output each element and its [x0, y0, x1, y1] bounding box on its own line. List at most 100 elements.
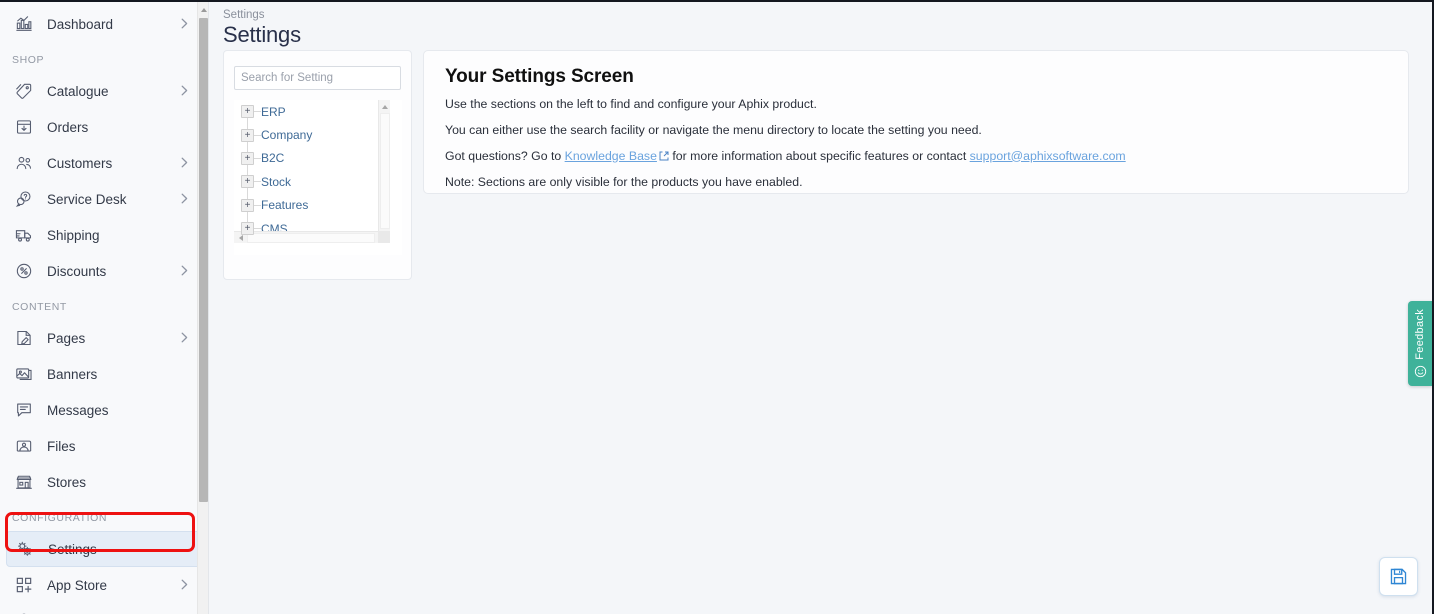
- sidebar-item-label: Customers: [47, 156, 112, 171]
- chevron-right-icon: [181, 332, 188, 345]
- sidebar-item-settings[interactable]: Settings: [6, 531, 202, 567]
- settings-tree-card: +ERP+Company+B2C+Stock+Features+CMS: [223, 50, 412, 280]
- tree-node-label[interactable]: Company: [261, 128, 312, 142]
- tree-scroll-up-arrow-icon[interactable]: [379, 101, 390, 112]
- tree-vertical-scrollbar-thumb[interactable]: [380, 113, 390, 229]
- tree-connector-dash: [254, 158, 261, 159]
- gears-icon: [14, 538, 36, 560]
- app-store-icon: [13, 574, 35, 596]
- sidebar-item-label: App Store: [47, 578, 107, 593]
- support-email-link[interactable]: support@aphixsoftware.com: [970, 149, 1126, 163]
- chevron-right-icon: [181, 579, 188, 592]
- tree-node-label[interactable]: B2C: [261, 151, 284, 165]
- sidebar-section-header: CONTENT: [0, 289, 208, 320]
- tree-vertical-scrollbar[interactable]: [378, 100, 390, 243]
- info-card-line-2: You can either use the search facility o…: [445, 123, 1388, 138]
- scrollbar-corner: [378, 231, 390, 243]
- breadcrumb[interactable]: Settings: [210, 2, 1432, 21]
- expand-plus-icon[interactable]: +: [241, 175, 254, 188]
- support-icon: [13, 188, 35, 210]
- sidebar-item-stores[interactable]: Stores: [6, 464, 202, 500]
- feedback-tab[interactable]: Feedback: [1408, 301, 1432, 386]
- info-card-line-1: Use the sections on the left to find and…: [445, 97, 1388, 112]
- sidebar-item-label: Catalogue: [47, 84, 109, 99]
- sidebar-item-messages[interactable]: Messages: [6, 392, 202, 428]
- sidebar-item-catalogue[interactable]: Catalogue: [6, 73, 202, 109]
- sidebar-scrollbar-thumb[interactable]: [199, 18, 208, 502]
- tree-node[interactable]: + ERP: [234, 100, 390, 123]
- chevron-right-icon: [181, 193, 188, 206]
- settings-info-card: Your Settings Screen Use the sections on…: [423, 50, 1409, 194]
- page-title: Settings: [210, 21, 1432, 48]
- line3-prefix: Got questions? Go to: [445, 149, 565, 163]
- banner-icon: [13, 363, 35, 385]
- sidebar-item-label: Banners: [47, 367, 97, 382]
- truck-icon: [13, 224, 35, 246]
- line3-middle: for more information about specific feat…: [669, 149, 970, 163]
- tree-horizontal-scrollbar-thumb[interactable]: [247, 233, 375, 243]
- sidebar-item-banners[interactable]: Banners: [6, 356, 202, 392]
- knowledge-base-link[interactable]: Knowledge Base: [565, 149, 657, 163]
- external-link-icon: [659, 150, 669, 165]
- smiley-face-icon: [1414, 365, 1427, 378]
- sidebar-nav-list: DashboardSHOP Catalogue Orders Customers Ser…: [0, 2, 208, 614]
- tree-node-label[interactable]: Stock: [261, 175, 291, 189]
- sidebar-item-label: Stores: [47, 475, 86, 490]
- expand-plus-icon[interactable]: +: [241, 152, 254, 165]
- dashboard-icon: [13, 13, 35, 35]
- sidebar-item-label: Messages: [47, 403, 109, 418]
- sidebar-item-service-desk[interactable]: Service Desk: [6, 181, 202, 217]
- message-icon: [13, 399, 35, 421]
- tree-node[interactable]: + B2C: [234, 147, 390, 170]
- sidebar-item-discounts[interactable]: Discounts: [6, 253, 202, 289]
- expand-plus-icon[interactable]: +: [241, 129, 254, 142]
- expand-plus-icon[interactable]: +: [241, 222, 254, 235]
- tree-horizontal-scrollbar[interactable]: [234, 231, 390, 243]
- save-button[interactable]: [1379, 557, 1418, 596]
- sidebar-item-files[interactable]: Files: [6, 428, 202, 464]
- scroll-up-arrow-icon[interactable]: [199, 4, 208, 16]
- sidebar-item-label: Files: [47, 439, 76, 454]
- users-icon: [13, 152, 35, 174]
- tree-node-label[interactable]: Features: [261, 198, 308, 212]
- sidebar-item-label: Orders: [47, 120, 88, 135]
- tree-node[interactable]: + Features: [234, 194, 390, 217]
- tree-connector-dash: [254, 111, 261, 112]
- sidebar-item-orders[interactable]: Orders: [6, 109, 202, 145]
- sidebar-item-label: Shipping: [47, 228, 100, 243]
- sidebar-item-localisation[interactable]: Localisation: [6, 603, 202, 614]
- settings-tree: +ERP+Company+B2C+Stock+Features+CMS: [234, 100, 402, 255]
- sidebar-item-pages[interactable]: Pages: [6, 320, 202, 356]
- sidebar-item-customers[interactable]: Customers: [6, 145, 202, 181]
- sidebar-item-dashboard[interactable]: Dashboard: [6, 6, 202, 42]
- expand-plus-icon[interactable]: +: [241, 199, 254, 212]
- tree-node[interactable]: + Stock: [234, 170, 390, 193]
- globe-icon: [13, 610, 35, 614]
- info-card-line-4: Note: Sections are only visible for the …: [445, 175, 1388, 190]
- sidebar-item-label: Service Desk: [47, 192, 127, 207]
- tag-icon: [13, 80, 35, 102]
- tree-connector-dash: [254, 205, 261, 206]
- store-icon: [13, 471, 35, 493]
- sidebar-item-shipping[interactable]: Shipping: [6, 217, 202, 253]
- tree-node[interactable]: + Company: [234, 123, 390, 146]
- main-content: Settings Settings + ERP + Company + B2C + Stock…: [210, 2, 1432, 614]
- sidebar-section-header: SHOP: [0, 42, 208, 73]
- tree-node-label[interactable]: ERP: [261, 105, 286, 119]
- box-icon: [13, 116, 35, 138]
- sidebar-scrollbar[interactable]: [197, 2, 208, 614]
- expand-plus-icon[interactable]: +: [241, 105, 254, 118]
- sidebar-item-label: Settings: [48, 542, 97, 557]
- page-edit-icon: [13, 327, 35, 349]
- save-floppy-icon: [1389, 567, 1408, 586]
- tree-connector-dash: [254, 181, 261, 182]
- chevron-right-icon: [181, 157, 188, 170]
- sidebar: DashboardSHOP Catalogue Orders Customers Ser…: [0, 2, 209, 614]
- search-input[interactable]: [234, 66, 401, 90]
- sidebar-item-label: Discounts: [47, 264, 106, 279]
- files-icon: [13, 435, 35, 457]
- info-card-heading: Your Settings Screen: [445, 66, 1388, 88]
- sidebar-item-app-store[interactable]: App Store: [6, 567, 202, 603]
- tree-node-list: +ERP+Company+B2C+Stock+Features+CMS: [234, 100, 390, 240]
- sidebar-item-label: Pages: [47, 331, 85, 346]
